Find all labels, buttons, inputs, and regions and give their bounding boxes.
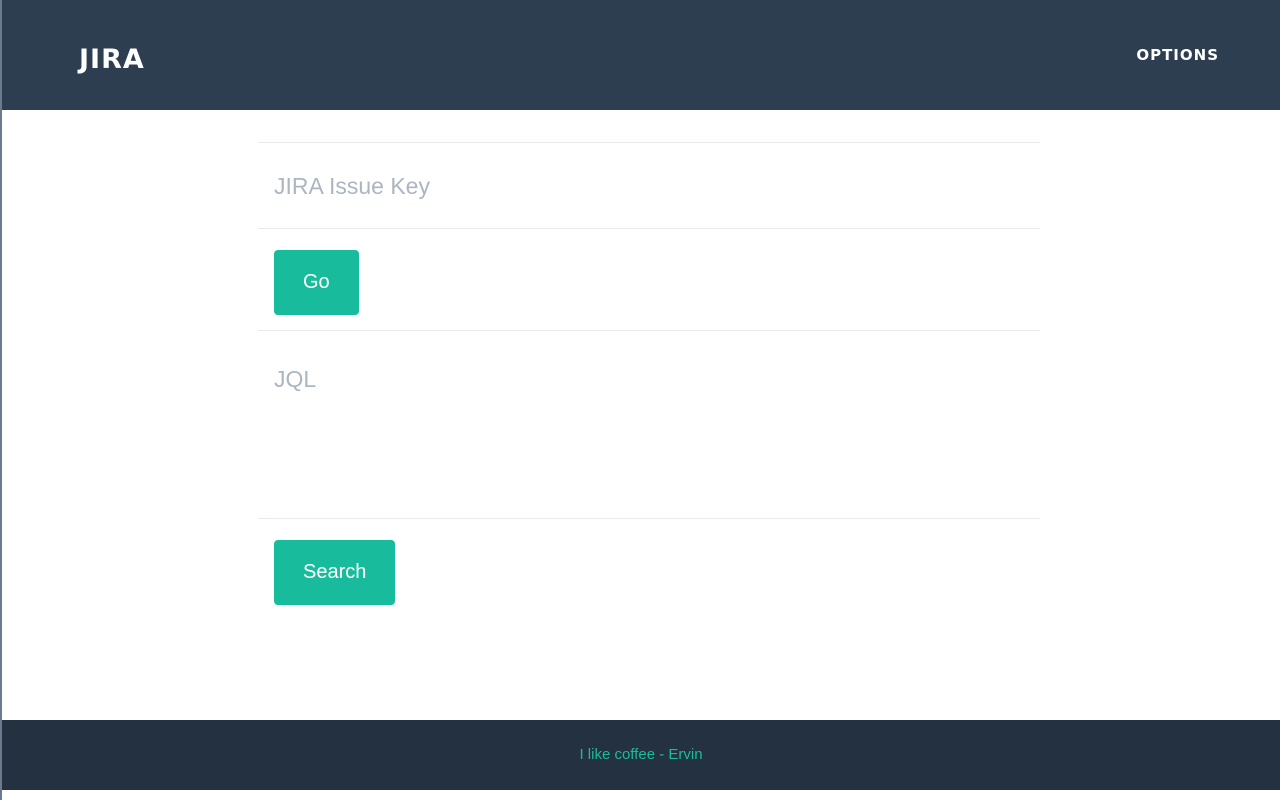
go-button-row: Go xyxy=(258,228,1040,330)
brand-logo[interactable]: JIRA xyxy=(79,42,145,78)
options-link[interactable]: OPTIONS xyxy=(1136,45,1219,65)
page: JIRA OPTIONS Go Search I like coffee - E… xyxy=(0,0,1280,800)
jql-textarea[interactable] xyxy=(258,330,1040,518)
footer: I like coffee - Ervin xyxy=(2,720,1280,790)
footer-text: I like coffee - Ervin xyxy=(579,746,703,763)
search-button[interactable]: Search xyxy=(274,540,396,605)
issue-key-input[interactable] xyxy=(258,142,1040,228)
navbar: JIRA OPTIONS xyxy=(2,0,1280,110)
go-button[interactable]: Go xyxy=(274,250,359,315)
main-content: Go Search xyxy=(258,142,1040,628)
search-button-row: Search xyxy=(258,518,1040,628)
